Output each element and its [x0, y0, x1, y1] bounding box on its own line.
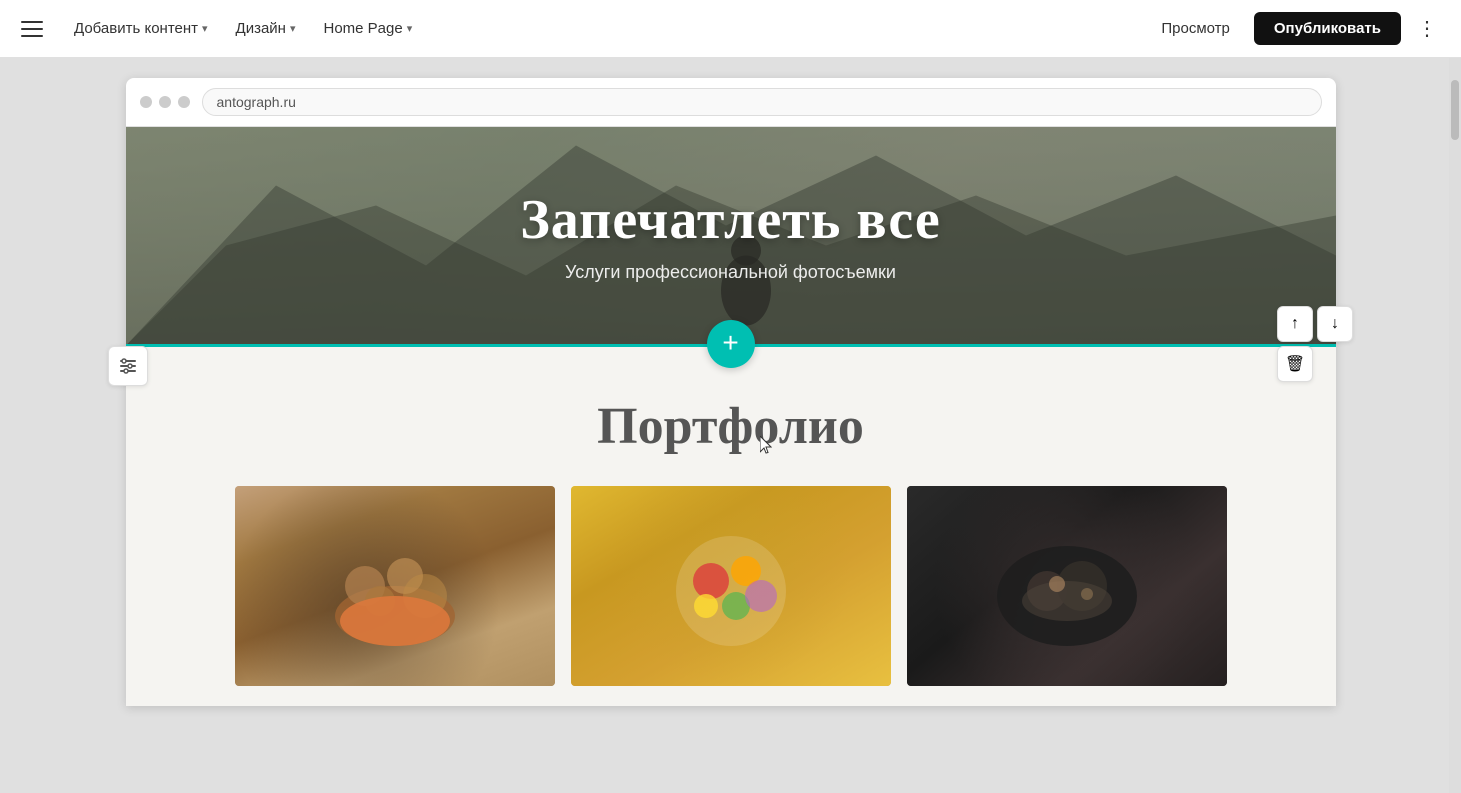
design-button[interactable]: Дизайн ▾	[226, 14, 306, 43]
scrollbar[interactable]	[1449, 58, 1461, 793]
right-panel: ↑ ↓ 🗑	[1277, 306, 1353, 382]
page-chevron: ▾	[407, 22, 413, 35]
portfolio-card-3	[907, 486, 1227, 686]
url-bar[interactable]	[202, 88, 1322, 116]
design-chevron: ▾	[290, 22, 296, 35]
browser-dots	[140, 96, 190, 108]
hero-subtitle: Услуги профессиональной фотосъемки	[520, 262, 941, 283]
add-content-label: Добавить контент	[74, 20, 198, 37]
add-content-button[interactable]: Добавить контент ▾	[64, 14, 218, 43]
publish-button[interactable]: Опубликовать	[1254, 12, 1401, 45]
browser-dot-2	[159, 96, 171, 108]
add-content-chevron: ▾	[202, 22, 208, 35]
preview-button[interactable]: Просмотр	[1145, 14, 1246, 43]
delete-icon: 🗑	[1285, 354, 1305, 374]
portfolio-card-2	[571, 486, 891, 686]
move-up-icon: ↑	[1291, 315, 1299, 333]
hero-content: Запечатлеть все Услуги профессиональной …	[520, 188, 941, 283]
delete-section-button[interactable]: 🗑	[1277, 346, 1313, 382]
publish-label: Опубликовать	[1274, 20, 1381, 37]
browser-dot-1	[140, 96, 152, 108]
browser-mockup: Запечатлеть все Услуги профессиональной …	[126, 78, 1336, 706]
settings-icon	[118, 356, 138, 376]
move-down-icon: ↓	[1331, 315, 1339, 333]
scrollbar-thumb[interactable]	[1451, 80, 1459, 140]
add-section-button[interactable]: +	[707, 320, 755, 368]
browser-bar	[126, 78, 1336, 127]
portfolio-grid	[146, 486, 1316, 686]
canvas-area: Запечатлеть все Услуги профессиональной …	[0, 58, 1461, 793]
section-settings-button[interactable]	[108, 346, 148, 386]
more-options-button[interactable]: ⋮	[1409, 12, 1445, 45]
portfolio-section: Портфолио	[126, 347, 1336, 706]
move-down-button[interactable]: ↓	[1317, 306, 1353, 342]
left-panel	[108, 346, 148, 386]
move-buttons-row: ↑ ↓	[1277, 306, 1353, 342]
hero-title: Запечатлеть все	[520, 188, 941, 252]
move-up-button[interactable]: ↑	[1277, 306, 1313, 342]
design-label: Дизайн	[236, 20, 286, 37]
portfolio-title: Портфолио	[146, 397, 1316, 456]
topbar: Добавить контент ▾ Дизайн ▾ Home Page ▾ …	[0, 0, 1461, 58]
portfolio-card-1	[235, 486, 555, 686]
preview-label: Просмотр	[1161, 20, 1230, 37]
page-selector-label: Home Page	[324, 20, 403, 37]
hamburger-menu-button[interactable]	[16, 13, 48, 45]
add-section-icon: +	[722, 329, 738, 357]
more-icon: ⋮	[1417, 18, 1437, 40]
browser-dot-3	[178, 96, 190, 108]
hero-section: Запечатлеть все Услуги профессиональной …	[126, 127, 1336, 347]
page-selector-button[interactable]: Home Page ▾	[314, 14, 423, 43]
